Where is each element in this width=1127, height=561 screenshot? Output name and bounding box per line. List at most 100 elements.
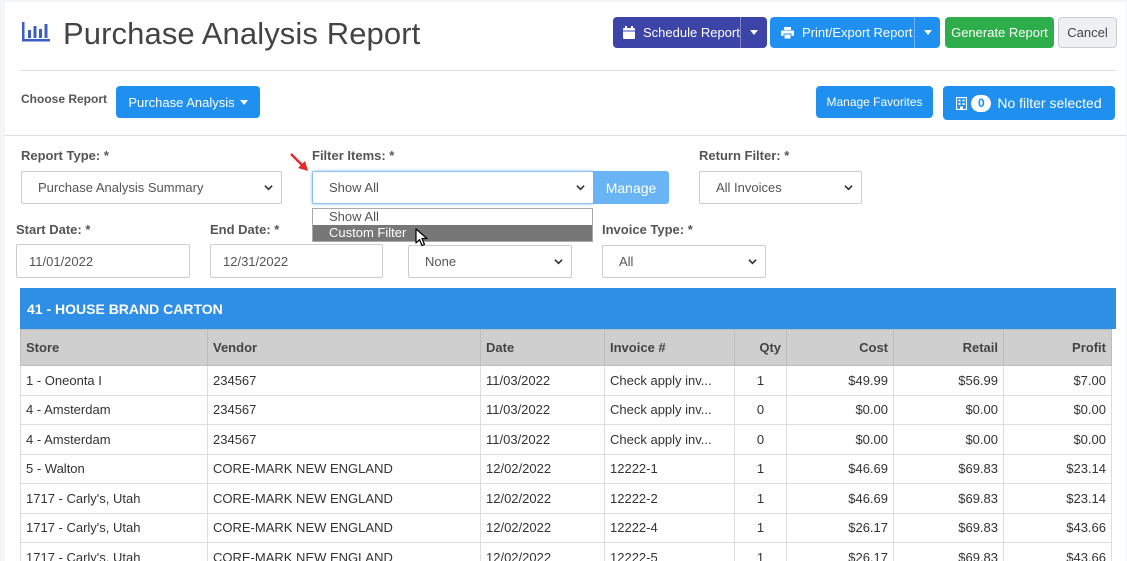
- table-row[interactable]: 1717 - Carly's, Utah CORE-MARK NEW ENGLAN…: [20, 512, 1112, 543]
- cell-profit: $23.14: [1003, 483, 1112, 514]
- choose-report-label: Choose Report: [21, 92, 108, 106]
- print-export-split-button[interactable]: Print/Export Report: [770, 17, 940, 48]
- cell-qty: 0: [734, 394, 787, 425]
- cell-qty: 1: [734, 512, 787, 543]
- end-date-input[interactable]: 12/31/2022: [210, 244, 383, 278]
- printer-icon: [781, 26, 794, 39]
- cell-cost: $0.00: [786, 424, 894, 455]
- cell-invoice: Check apply inv...: [604, 394, 735, 425]
- chevron-down-icon: [576, 184, 585, 190]
- cell-store: 5 - Walton: [20, 453, 208, 484]
- report-type-label: Report Type: *: [21, 148, 109, 163]
- cell-vendor: CORE-MARK NEW ENGLAND: [207, 483, 481, 514]
- filter-status-button[interactable]: 0 No filter selected: [943, 86, 1115, 120]
- cell-cost: $26.17: [786, 542, 894, 561]
- cell-retail: $69.83: [893, 453, 1004, 484]
- caret-down-icon: [750, 30, 758, 35]
- cell-vendor: 234567: [207, 394, 481, 425]
- caret-down-icon: [923, 30, 932, 35]
- generate-report-button[interactable]: Generate Report: [945, 17, 1054, 48]
- filter-items-select[interactable]: Show All: [312, 171, 594, 204]
- cell-profit: $43.66: [1003, 542, 1112, 561]
- cell-invoice: 12222-5: [604, 542, 735, 561]
- report-table-container: 41 - HOUSE BRAND CARTON Store Vendor Dat…: [20, 288, 1116, 561]
- cell-date: 11/03/2022: [480, 365, 605, 396]
- col-header-vendor[interactable]: Vendor: [207, 329, 481, 366]
- cell-invoice: Check apply inv...: [604, 365, 735, 396]
- chevron-down-icon: [844, 184, 853, 190]
- report-type-select[interactable]: Purchase Analysis Summary: [21, 171, 282, 204]
- cell-vendor: 234567: [207, 424, 481, 455]
- col-header-invoice[interactable]: Invoice #: [604, 329, 735, 366]
- table-row[interactable]: 5 - Walton CORE-MARK NEW ENGLAND 12/02/202…: [20, 453, 1112, 484]
- cell-retail: $0.00: [893, 394, 1004, 425]
- dropdown-option-show-all[interactable]: Show All: [313, 209, 592, 225]
- purchase-analysis-button[interactable]: Purchase Analysis: [116, 86, 260, 118]
- purchase-analysis-label: Purchase Analysis: [128, 94, 235, 110]
- cell-store: 1717 - Carly's, Utah: [20, 512, 208, 543]
- filter-items-value: Show All: [329, 180, 379, 195]
- manage-button[interactable]: Manage: [593, 171, 669, 204]
- start-date-label: Start Date: *: [16, 222, 91, 237]
- filter-items-dropdown: Show All Custom Filter: [312, 208, 593, 242]
- table-row[interactable]: 4 - Amsterdam 234567 11/03/2022 Check apply…: [20, 394, 1112, 425]
- table-body: 1 - Oneonta I 234567 11/03/2022 Check apply…: [20, 365, 1112, 561]
- cell-invoice: Check apply inv...: [604, 424, 735, 455]
- chevron-down-icon: [554, 258, 563, 264]
- third-filter-select[interactable]: None: [408, 245, 572, 278]
- table-row[interactable]: 1 - Oneonta I 234567 11/03/2022 Check apply…: [20, 365, 1112, 396]
- cell-cost: $26.17: [786, 512, 894, 543]
- schedule-report-button[interactable]: Schedule Report: [613, 17, 740, 48]
- table-row[interactable]: 1717 - Carly's, Utah CORE-MARK NEW ENGLAN…: [20, 483, 1112, 514]
- invoice-type-label: Invoice Type: *: [602, 222, 693, 237]
- print-export-label: Print/Export Report: [802, 25, 913, 40]
- red-arrow-icon: [290, 153, 308, 171]
- table-header-row: Store Vendor Date Invoice # Qty Cost Ret…: [20, 329, 1112, 366]
- return-filter-select[interactable]: All Invoices: [699, 171, 862, 204]
- cell-retail: $69.83: [893, 542, 1004, 561]
- cell-date: 12/02/2022: [480, 512, 605, 543]
- cell-qty: 1: [734, 365, 787, 396]
- cell-store: 1717 - Carly's, Utah: [20, 542, 208, 561]
- cell-retail: $0.00: [893, 424, 1004, 455]
- start-date-input[interactable]: 11/01/2022: [16, 244, 190, 278]
- schedule-dropdown-toggle[interactable]: [740, 17, 767, 48]
- filter-status-label: No filter selected: [997, 95, 1102, 111]
- cell-invoice: 12222-1: [604, 453, 735, 484]
- schedule-report-split-button[interactable]: Schedule Report: [613, 17, 767, 48]
- return-filter-value: All Invoices: [716, 180, 782, 195]
- bar-chart-icon: [22, 22, 50, 42]
- cell-date: 12/02/2022: [480, 483, 605, 514]
- report-type-value: Purchase Analysis Summary: [38, 180, 204, 195]
- invoice-type-select[interactable]: All: [602, 245, 766, 278]
- manage-favorites-button[interactable]: Manage Favorites: [816, 86, 933, 118]
- cell-profit: $23.14: [1003, 453, 1112, 484]
- col-header-date[interactable]: Date: [480, 329, 605, 366]
- page-title: Purchase Analysis Report: [63, 16, 421, 51]
- cell-vendor: CORE-MARK NEW ENGLAND: [207, 542, 481, 561]
- cell-profit: $43.66: [1003, 512, 1112, 543]
- print-export-button[interactable]: Print/Export Report: [770, 17, 914, 48]
- col-header-profit[interactable]: Profit: [1003, 329, 1112, 366]
- cell-date: 11/03/2022: [480, 394, 605, 425]
- col-header-store[interactable]: Store: [20, 329, 208, 366]
- dropdown-option-custom-filter[interactable]: Custom Filter: [313, 225, 592, 241]
- table-row[interactable]: 1717 - Carly's, Utah CORE-MARK NEW ENGLAN…: [20, 542, 1112, 561]
- print-dropdown-toggle[interactable]: [914, 17, 940, 48]
- table-row[interactable]: 4 - Amsterdam 234567 11/03/2022 Check apply…: [20, 424, 1112, 455]
- cell-cost: $49.99: [786, 365, 894, 396]
- filter-items-label: Filter Items: *: [312, 148, 395, 163]
- header-divider: [20, 70, 1116, 71]
- col-header-qty[interactable]: Qty: [734, 329, 787, 366]
- chevron-down-icon: [748, 258, 757, 264]
- cell-store: 1717 - Carly's, Utah: [20, 483, 208, 514]
- cell-qty: 0: [734, 424, 787, 455]
- choose-divider: [5, 135, 1126, 136]
- col-header-retail[interactable]: Retail: [893, 329, 1004, 366]
- col-header-cost[interactable]: Cost: [786, 329, 894, 366]
- calendar-icon: [623, 26, 635, 39]
- end-date-label: End Date: *: [210, 222, 280, 237]
- cancel-button[interactable]: Cancel: [1058, 17, 1117, 48]
- cell-invoice: 12222-4: [604, 512, 735, 543]
- group-header: 41 - HOUSE BRAND CARTON: [20, 288, 1116, 329]
